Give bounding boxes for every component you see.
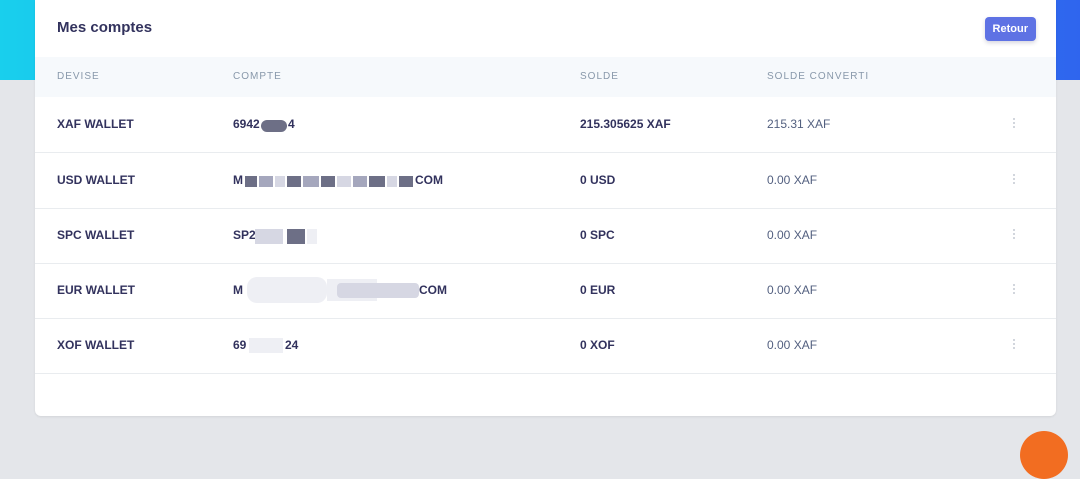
table-row: XAF WALLET 6942 4 215.305625 XAF 215.31 … [35, 97, 1056, 153]
row-menu-icon[interactable] [1013, 284, 1016, 296]
currency-cell: XAF WALLET [57, 117, 134, 131]
converted-balance-cell: 0.00 XAF [767, 283, 818, 297]
column-header-solde: SOLDE [580, 71, 619, 82]
converted-balance-cell: 0.00 XAF [767, 173, 818, 187]
balance-cell: 0 USD [580, 173, 616, 187]
column-header-solde-converti: SOLDE CONVERTI [767, 71, 870, 82]
converted-balance-cell: 0.00 XAF [767, 228, 818, 242]
currency-cell: XOF WALLET [57, 338, 135, 352]
table-row: USD WALLET M COM 0 USD 0.00 XAF [35, 153, 1056, 209]
column-header-compte: COMPTE [233, 71, 282, 82]
account-cell: SP2 [233, 228, 333, 244]
currency-cell: SPC WALLET [57, 228, 135, 242]
row-menu-icon[interactable] [1013, 339, 1016, 351]
account-cell: M COM [233, 277, 448, 303]
balance-cell: 215.305625 XAF [580, 117, 671, 131]
row-menu-icon[interactable] [1013, 174, 1016, 186]
currency-cell: USD WALLET [57, 173, 135, 187]
account-cell: M COM [233, 173, 443, 187]
balance-cell: 0 XOF [580, 338, 615, 352]
balance-cell: 0 EUR [580, 283, 616, 297]
converted-balance-cell: 215.31 XAF [767, 117, 831, 131]
currency-cell: EUR WALLET [57, 283, 135, 297]
table-row: EUR WALLET M COM 0 EUR 0.00 XAF [35, 263, 1056, 319]
account-cell: 69 24 [233, 338, 299, 353]
table-row: SPC WALLET SP2 0 SPC 0.00 XAF [35, 208, 1056, 264]
column-header-devise: DEVISE [57, 71, 100, 82]
table-header: DEVISE COMPTE SOLDE SOLDE CONVERTI [35, 57, 1056, 97]
page-title: Mes comptes [57, 19, 153, 36]
row-menu-icon[interactable] [1013, 118, 1016, 130]
table-row: XOF WALLET 69 24 0 XOF 0.00 XAF [35, 318, 1056, 374]
converted-balance-cell: 0.00 XAF [767, 338, 818, 352]
balance-cell: 0 SPC [580, 228, 615, 242]
row-menu-icon[interactable] [1013, 229, 1016, 241]
floating-action-button[interactable] [1020, 431, 1068, 479]
back-button[interactable]: Retour [984, 17, 1036, 41]
accounts-card: Mes comptes Retour DEVISE COMPTE SOLDE S… [35, 0, 1056, 416]
account-cell: 6942 4 [233, 117, 295, 132]
